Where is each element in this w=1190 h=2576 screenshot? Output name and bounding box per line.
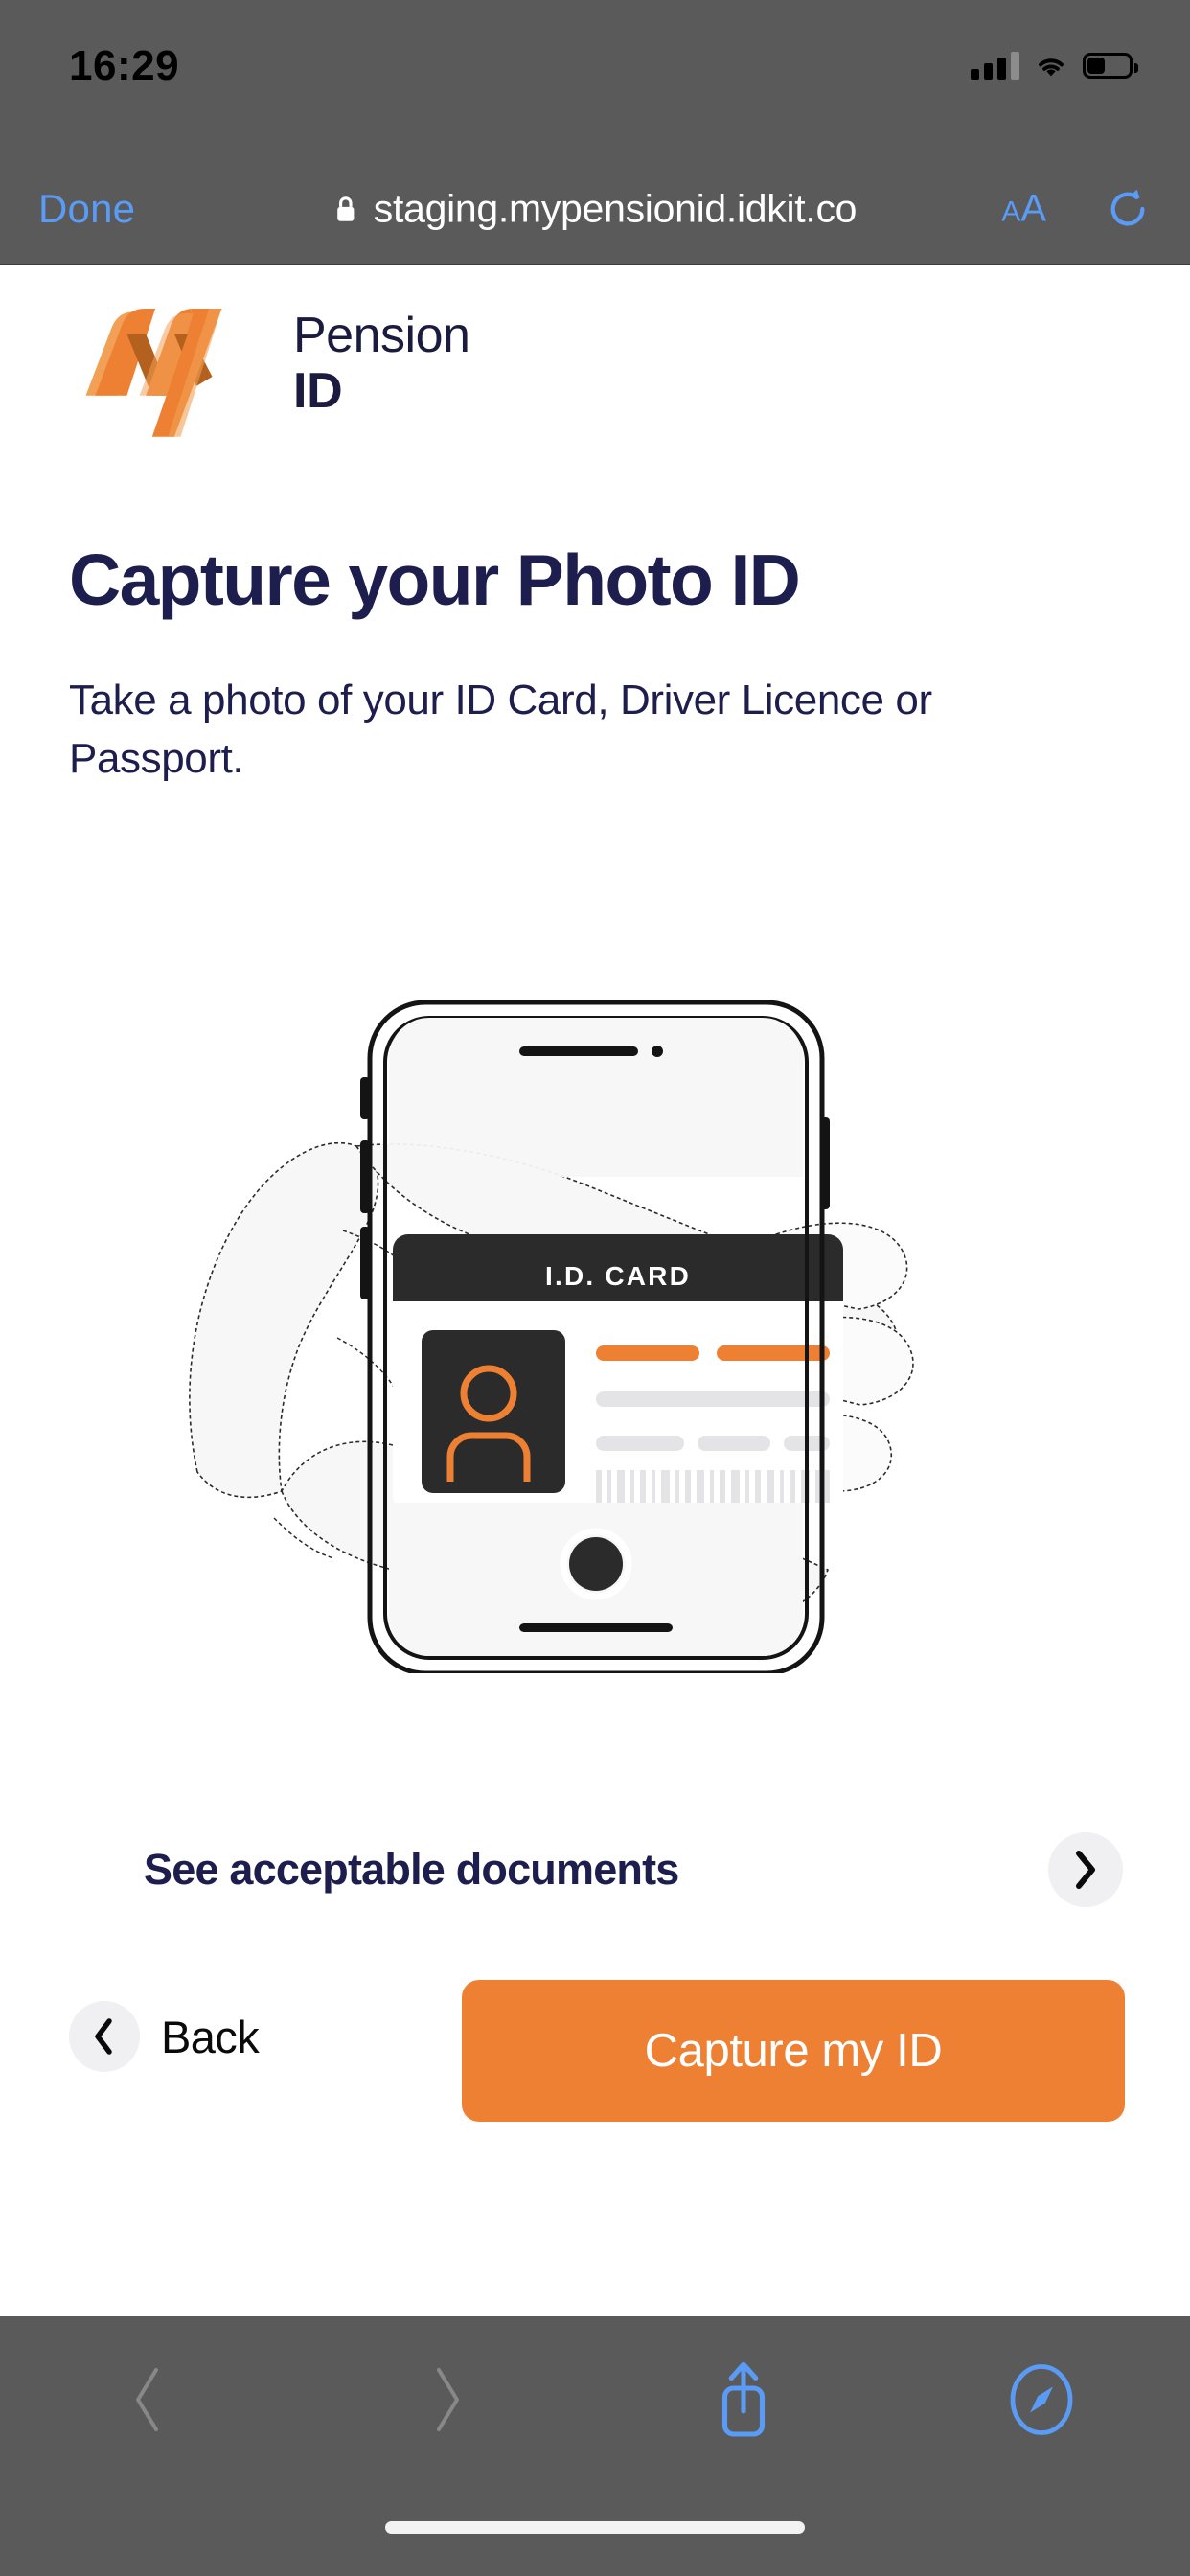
- text-size-button[interactable]: AA: [1001, 188, 1046, 231]
- status-bar-indicators: [971, 46, 1138, 84]
- reload-icon[interactable]: [1106, 186, 1150, 232]
- url-text: staging.mypensionid.idkit.co: [373, 186, 858, 231]
- battery-icon: [1083, 52, 1138, 79]
- browser-back-button[interactable]: [0, 2364, 298, 2435]
- ios-status-bar: 16:29: [0, 0, 1190, 153]
- browser-share-button[interactable]: [595, 2357, 893, 2443]
- page-title: Capture your Photo ID: [69, 540, 801, 620]
- browser-forward-button[interactable]: [298, 2364, 596, 2435]
- home-indicator: [385, 2521, 805, 2534]
- id-card-graphic: I.D. CARD: [393, 1234, 843, 1512]
- chevron-right-icon: [436, 2368, 459, 2431]
- safari-compass-icon: [1010, 2364, 1073, 2435]
- text-size-large-a: A: [1020, 187, 1046, 230]
- cellular-signal-icon: [971, 51, 1019, 80]
- status-bar-clock: 16:29: [69, 42, 180, 89]
- web-page-content: Pension ID Capture your Photo ID Take a …: [0, 264, 1190, 2316]
- chevron-left-icon: [95, 2018, 112, 2055]
- back-button[interactable]: Back: [69, 2001, 260, 2072]
- camera-shutter-button: [569, 1537, 623, 1591]
- my-pension-id-logo-mark-icon: [85, 309, 222, 437]
- brand-logo: Pension ID: [69, 282, 470, 440]
- back-button-label: Back: [161, 2011, 260, 2062]
- back-button-circle: [69, 2001, 140, 2072]
- see-acceptable-documents-button[interactable]: [1048, 1832, 1123, 1907]
- page-subtitle: Take a photo of your ID Card, Driver Lic…: [69, 677, 932, 782]
- page-actions: Back Capture my ID: [69, 1980, 1125, 2143]
- safari-bottom-toolbar: [0, 2316, 1190, 2576]
- capture-my-id-button[interactable]: Capture my ID: [462, 1980, 1125, 2122]
- brand-wordmark: Pension ID: [293, 307, 470, 419]
- see-acceptable-documents-label: See acceptable documents: [144, 1845, 679, 1894]
- capture-my-id-label: Capture my ID: [644, 2025, 943, 2077]
- text-size-small-a: A: [1001, 196, 1021, 228]
- chevron-right-icon: [1076, 1851, 1095, 1889]
- see-acceptable-documents-row[interactable]: See acceptable documents: [69, 1827, 1123, 1913]
- brand-name-line1: Pension: [293, 307, 470, 363]
- chevron-left-icon: [136, 2368, 159, 2431]
- safari-top-toolbar: Done staging.mypensionid.idkit.co AA: [0, 153, 1190, 264]
- lock-icon: [337, 196, 355, 221]
- wifi-icon: [1039, 58, 1064, 77]
- svg-text:I.D. CARD: I.D. CARD: [545, 1261, 691, 1291]
- share-icon: [722, 2361, 766, 2437]
- done-button[interactable]: Done: [38, 186, 135, 232]
- address-bar[interactable]: staging.mypensionid.idkit.co: [333, 187, 857, 232]
- hand-holding-phone-with-id-card-illustration: I.D. CARD: [189, 1000, 914, 1673]
- browser-tabs-button[interactable]: [893, 2362, 1190, 2437]
- brand-name-line2: ID: [293, 362, 343, 419]
